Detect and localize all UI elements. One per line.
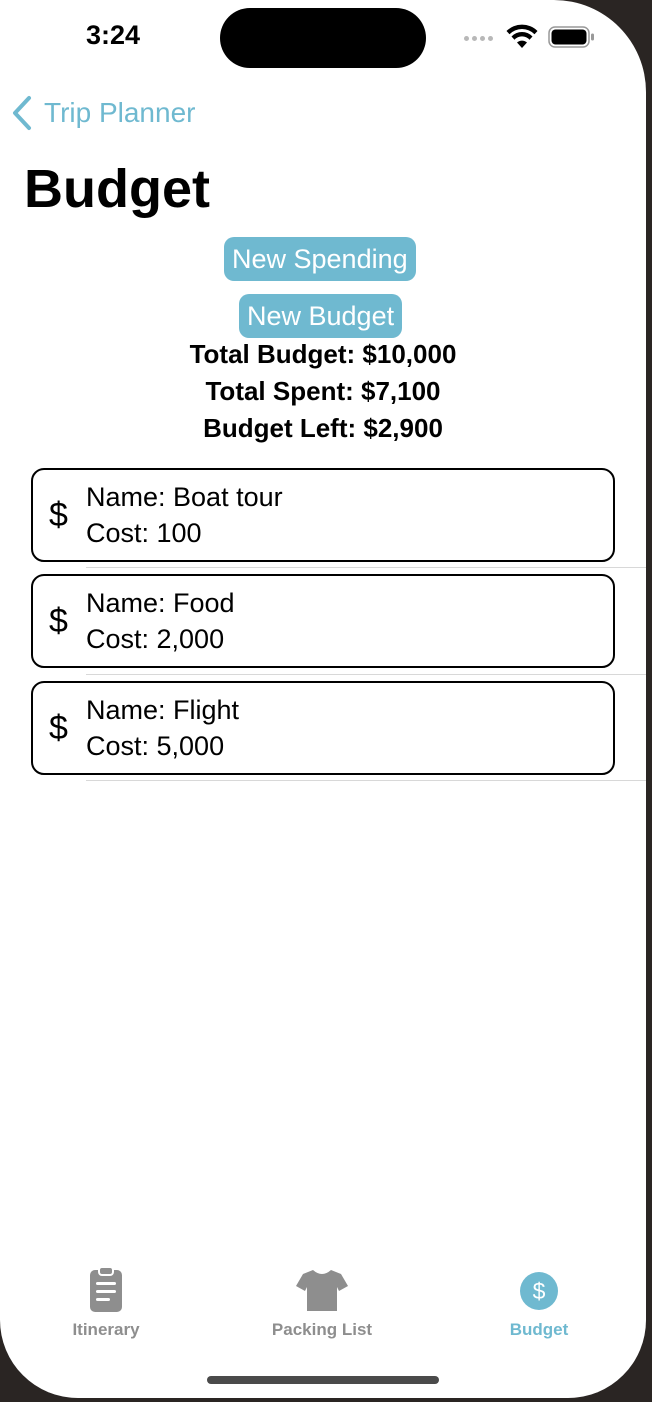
dollar-sign-icon: $ [49,602,68,640]
tab-label: Packing List [271,1320,373,1339]
dollar-sign-icon: $ [49,496,68,534]
list-divider [86,674,646,675]
tab-budget[interactable]: $ Budget [449,1266,629,1340]
new-spending-button[interactable]: New Spending [224,237,416,281]
spending-item-name: Name: Flight [86,695,240,725]
new-budget-button[interactable]: New Budget [239,294,403,338]
dynamic-island [220,8,426,68]
dollar-sign-icon: $ [49,709,68,747]
spending-item[interactable]: $ Name: Flight Cost: 5,000 [31,681,615,775]
tab-packing-list[interactable]: Packing List [232,1266,412,1340]
back-button[interactable]: Trip Planner [10,94,195,132]
spending-item[interactable]: $ Name: Food Cost: 2,000 [31,574,615,668]
spending-item-cost: Cost: 5,000 [86,731,225,761]
list-divider [86,567,646,568]
home-indicator[interactable] [207,1376,439,1384]
tab-label: Budget [509,1320,569,1339]
tab-label: Itinerary [72,1320,140,1339]
spending-item-cost: Cost: 2,000 [86,624,225,654]
spending-item-name: Name: Food [86,588,235,618]
status-time: 3:24 [86,20,141,50]
spending-item[interactable]: $ Name: Boat tour Cost: 100 [31,468,615,562]
total-spent-text: Total Spent: $7,100 [205,376,441,406]
list-divider [86,780,646,781]
dollar-circle-icon: $ [520,1272,558,1310]
tshirt-icon [296,1270,348,1311]
battery-icon [548,26,594,48]
back-button-label: Trip Planner [44,97,196,128]
total-budget-text: Total Budget: $10,000 [189,339,457,369]
page-title: Budget [24,159,210,219]
spending-item-cost: Cost: 100 [86,518,202,548]
budget-left-text: Budget Left: $2,900 [203,413,443,443]
cellular-signal-icon [464,36,493,41]
svg-text:$: $ [533,1278,546,1304]
clipboard-icon [90,1266,122,1312]
wifi-icon [506,24,538,48]
screen: 3:24 Trip Planner Budget New Spending Ne… [0,0,646,1398]
chevron-left-icon [13,96,31,130]
spending-item-name: Name: Boat tour [86,482,283,512]
tab-itinerary[interactable]: Itinerary [16,1266,196,1340]
